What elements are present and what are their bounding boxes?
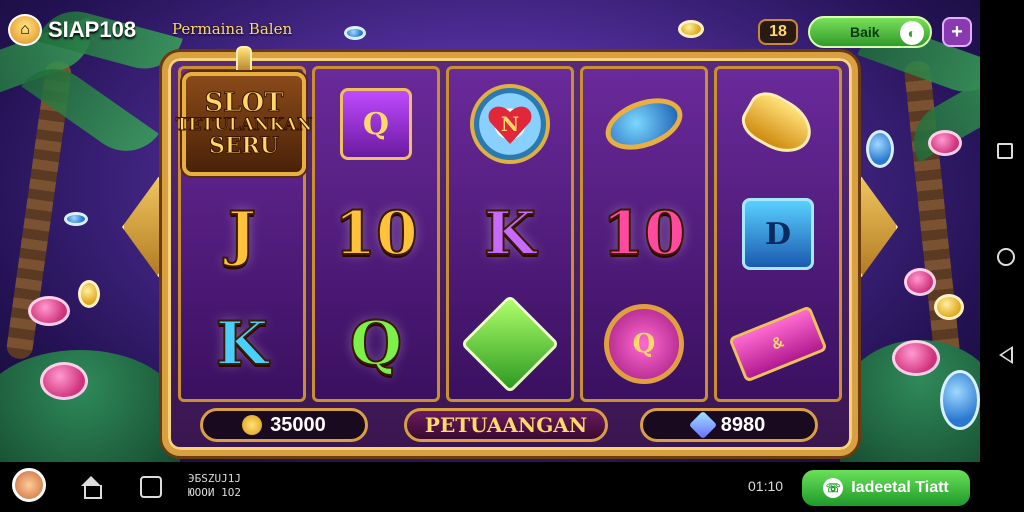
avatar[interactable]	[12, 468, 46, 502]
recent-apps-icon[interactable]	[997, 143, 1013, 159]
floating-chip	[40, 362, 88, 400]
reel-5: D &	[714, 66, 842, 402]
floating-chip	[64, 212, 88, 226]
floating-coin	[78, 280, 100, 308]
symbol-k: K	[483, 198, 537, 270]
balance-value: 35000	[270, 413, 326, 436]
diamond-icon	[688, 410, 717, 440]
balance-panel: 35000	[200, 408, 368, 442]
coin-icon	[242, 415, 263, 435]
title-line-3: SERU	[208, 133, 280, 160]
reel-cell: Q	[315, 69, 437, 179]
right-arrow-ornament	[858, 172, 898, 282]
golden-horn-icon	[735, 84, 821, 164]
symbol-q: Q	[349, 308, 403, 380]
reel-4: 10 Q	[580, 66, 708, 402]
floating-chip	[892, 340, 940, 376]
floating-coin	[934, 294, 964, 320]
app-logo[interactable]: ⌂ SIAP108	[8, 14, 136, 46]
game-viewport: ⌂ SIAP108 Permaina Balen 18 Baik ◐ + J K…	[0, 0, 980, 462]
reel-cell: Q	[315, 289, 437, 399]
reel-cell	[583, 69, 705, 179]
symbol-heart-medal: N	[470, 84, 550, 164]
reel-cell: 10	[315, 179, 437, 289]
add-button[interactable]: +	[942, 17, 972, 47]
bottom-info-text: ЭБSZUJ1J ЮООИ 1О2	[188, 472, 241, 500]
reel-cell: 10	[583, 179, 705, 289]
reel-cell: D	[717, 179, 839, 289]
symbol-q-tile: Q	[340, 88, 412, 160]
house-icon: ⌂	[8, 14, 42, 46]
bottom-action-button[interactable]: ☏ Iadeetal Tiatt	[802, 470, 970, 506]
spin-button[interactable]: PETUAANGAN	[404, 408, 608, 442]
win-panel: 8980	[640, 408, 818, 442]
top-action-label: Baik	[850, 24, 880, 40]
reel-cell	[449, 289, 571, 399]
level-counter: 18	[758, 19, 798, 45]
reel-cell: &	[717, 289, 839, 399]
reel-cell: K	[449, 179, 571, 289]
home-nav-icon[interactable]	[997, 248, 1015, 266]
symbol-j: J	[227, 198, 257, 270]
symbol-10: 10	[333, 198, 418, 270]
bottom-info-line-1: ЭБSZUJ1J	[188, 472, 241, 485]
reel-3: N K	[446, 66, 574, 402]
game-subtitle: Permaina Balen	[172, 20, 293, 38]
floating-chip	[344, 26, 366, 40]
phone-icon: ☏	[823, 478, 844, 498]
game-title-plate: SLOT TETULANKAN SERU	[175, 72, 313, 176]
reel-2: Q 10 Q	[312, 66, 440, 402]
symbol-k: K	[215, 308, 269, 380]
symbol-10: 10	[601, 198, 686, 270]
home-icon[interactable]	[80, 476, 102, 499]
logo-text: SIAP108	[48, 17, 137, 42]
jungle-bush	[0, 350, 180, 462]
blue-oval-gem-icon	[598, 88, 690, 160]
green-gem-icon	[460, 294, 560, 394]
globe-icon: ◐	[900, 21, 924, 45]
back-nav-icon[interactable]	[999, 346, 1013, 364]
floating-chip	[940, 370, 980, 430]
bottom-time: 01:10	[748, 478, 784, 494]
reel-cell: N	[449, 69, 571, 179]
symbol-d-tile: D	[742, 198, 814, 270]
title-line-1: SLOT	[204, 87, 284, 118]
reel-cell: Q	[583, 289, 705, 399]
bottom-info-line-2: ЮООИ 1О2	[188, 486, 241, 499]
left-arrow-ornament	[122, 172, 162, 282]
top-action-button[interactable]: Baik ◐	[808, 16, 932, 48]
bottom-action-label: Iadeetal Tiatt	[851, 479, 949, 496]
ticket-icon: &	[728, 305, 828, 383]
win-value: 8980	[720, 413, 766, 436]
floating-chip	[866, 130, 894, 168]
reel-cell: J	[181, 179, 303, 289]
symbol-q-badge: Q	[604, 304, 684, 384]
reel-cell	[717, 69, 839, 179]
floating-chip	[28, 296, 70, 326]
floating-chip	[904, 268, 936, 296]
reel-cell: K	[181, 289, 303, 399]
floating-coin	[678, 20, 704, 38]
floating-chip	[928, 130, 962, 156]
heart-icon: N	[488, 104, 532, 144]
switch-icon[interactable]	[140, 476, 162, 498]
